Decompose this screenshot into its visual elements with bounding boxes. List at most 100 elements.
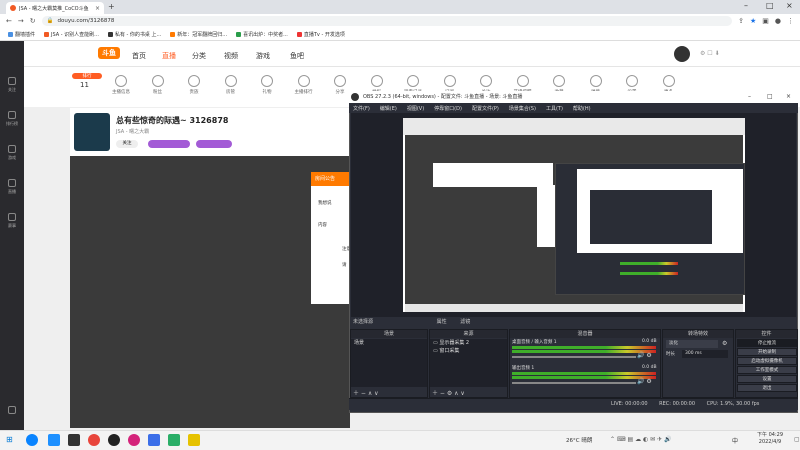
room-toolbar-item[interactable]: 房管 — [220, 75, 242, 95]
sidebar-item-rank[interactable]: 排行榜 — [2, 111, 22, 127]
bookmark-item[interactable]: 喜讯出炉：中奖者... — [236, 31, 288, 38]
source-controls[interactable]: ＋ − ⚙ ∧ ∨ — [432, 388, 465, 397]
nav-games[interactable]: 游戏 — [256, 51, 270, 61]
nav-home[interactable]: 首页 — [132, 51, 146, 61]
tag-badge[interactable] — [148, 140, 190, 148]
obs-maximize-icon[interactable]: □ — [767, 93, 773, 100]
room-toolbar-item[interactable]: 主播信息 — [110, 75, 132, 95]
exit-button[interactable]: 退出 — [737, 384, 797, 392]
wechat-icon[interactable] — [168, 434, 180, 446]
bookmark-item[interactable]: 新年：冠军翻牌回归... — [170, 31, 227, 38]
duration-input[interactable]: 300 ms — [682, 350, 728, 358]
bookmark-item[interactable]: JSA - 识别人查能刷... — [44, 31, 99, 38]
start-recording-button[interactable]: 开始录制 — [737, 348, 797, 356]
nav-category[interactable]: 分类 — [192, 51, 206, 61]
source-item[interactable]: ▭ 窗口采集 — [430, 347, 507, 355]
menu-scene-collection[interactable]: 场景集合(S) — [509, 105, 536, 112]
app-icon[interactable] — [188, 434, 200, 446]
room-toolbar-item[interactable]: 礼物 — [256, 75, 278, 95]
ime-indicator[interactable]: 中 — [732, 436, 738, 445]
scene-controls[interactable]: ＋ − ∧ ∨ — [353, 388, 379, 397]
menu-profile[interactable]: 配置文件(P) — [472, 105, 499, 112]
sidebar-item-live[interactable]: 直播 — [2, 179, 22, 195]
menu-tools[interactable]: 工具(T) — [546, 105, 563, 112]
toolbar-item-icon — [224, 75, 237, 87]
app-icon[interactable] — [148, 434, 160, 446]
obs-close-icon[interactable]: × — [786, 93, 791, 100]
app-icon[interactable] — [68, 434, 80, 446]
header-icons[interactable]: ⚙ ☐ ⬇ — [700, 50, 720, 57]
nav-live[interactable]: 直播 — [162, 51, 176, 61]
audio-meter — [512, 372, 656, 375]
settings-icon[interactable] — [2, 406, 22, 416]
room-toolbar-item[interactable]: 主播排行 — [293, 75, 315, 95]
app-icon[interactable] — [48, 434, 60, 446]
back-icon[interactable]: ← — [6, 17, 12, 25]
reload-icon[interactable]: ↻ — [30, 17, 36, 25]
menu-icon[interactable]: ⋮ — [787, 17, 794, 25]
sidebar-item-match[interactable]: 赛事 — [2, 213, 22, 229]
bookmark-item[interactable]: 直播Tv - 开发选项 — [296, 31, 345, 38]
clock[interactable]: 下午 04:29 2022/4/9 — [744, 432, 796, 446]
bookmark-item[interactable]: 私有 - 你的书桌 上... — [107, 31, 161, 38]
nav-fishbar[interactable]: 鱼吧 — [290, 51, 304, 61]
forward-icon[interactable]: → — [18, 17, 24, 25]
user-avatar[interactable] — [674, 46, 690, 62]
menu-docks[interactable]: 停靠窗口(D) — [434, 105, 462, 112]
browser-tab[interactable]: JSA - 曙之大霸莫推_CoCO斗鱼 × — [6, 2, 104, 14]
properties-button[interactable]: 属性 — [437, 319, 447, 325]
notification-icon[interactable]: ▢ — [794, 436, 800, 443]
room-toolbar-item[interactable]: 粉丝 — [147, 75, 169, 95]
address-bar[interactable]: 🔒 douyu.com/3126878 — [41, 16, 733, 26]
obs-minimize-icon[interactable]: – — [748, 93, 751, 100]
tray-icons[interactable]: ⌃ ⌨ ▤ ☁ ◐ ✉ ✈ 🔊 — [610, 436, 671, 443]
menu-view[interactable]: 视图(V) — [407, 105, 424, 112]
virtual-camera-button[interactable]: 启动虚拟摄像机 — [737, 357, 797, 365]
douyu-logo[interactable]: 斗鱼 — [98, 47, 120, 59]
follow-button[interactable]: 关注 — [116, 140, 138, 148]
menu-edit[interactable]: 编辑(E) — [380, 105, 397, 112]
close-tab-icon[interactable]: × — [95, 5, 100, 12]
streamer-avatar[interactable] — [74, 113, 110, 151]
new-tab-icon[interactable]: + — [108, 2, 115, 11]
toolbar-item-icon — [443, 75, 456, 87]
edge-icon[interactable] — [26, 434, 38, 446]
obs-icon[interactable] — [108, 434, 120, 446]
profile-icon[interactable]: ● — [775, 17, 781, 25]
source-item[interactable]: ▭ 显示器采集 2 — [430, 339, 507, 347]
scene-item[interactable]: 场景 — [351, 339, 427, 347]
room-toolbar-item[interactable]: 贵族 — [183, 75, 205, 95]
minimize-icon[interactable]: – — [744, 1, 748, 10]
share-icon[interactable]: ⇪ — [738, 17, 744, 25]
room-toolbar-item[interactable]: 分享 — [329, 75, 351, 95]
menu-file[interactable]: 文件(F) — [353, 105, 370, 112]
nested-meter — [620, 272, 678, 275]
filters-button[interactable]: 滤镜 — [460, 319, 470, 325]
transition-settings-icon[interactable]: ⚙ — [722, 340, 727, 347]
bookmark-star-icon[interactable]: ★ — [750, 17, 756, 25]
settings-button[interactable]: 设置 — [737, 375, 797, 383]
volume-slider[interactable] — [512, 382, 636, 384]
stop-streaming-button[interactable]: 停止推流 — [737, 339, 797, 347]
weather-widget[interactable]: 26°C 晴朗 — [566, 436, 592, 444]
close-window-icon[interactable]: × — [786, 1, 793, 10]
bookmark-item[interactable]: 翻墙插件 — [8, 31, 35, 38]
transition-select[interactable]: 淡化 — [666, 340, 718, 348]
extensions-icon[interactable]: ▣ — [762, 17, 769, 25]
maximize-icon[interactable]: □ — [766, 1, 774, 10]
chrome-icon[interactable] — [88, 434, 100, 446]
toolbar-item-label: 分享 — [335, 90, 345, 95]
speaker-icon[interactable]: 🔊 ⚙ — [637, 378, 652, 385]
tag-badge[interactable] — [196, 140, 232, 148]
app-icon[interactable] — [128, 434, 140, 446]
nav-video[interactable]: 视频 — [224, 51, 238, 61]
sidebar-item-follow[interactable]: 关注 — [2, 77, 22, 93]
start-icon[interactable]: ⊞ — [6, 435, 13, 444]
url-text: douyu.com/3126878 — [57, 18, 115, 24]
volume-slider[interactable] — [512, 356, 636, 358]
speaker-icon[interactable]: 🔊 ⚙ — [637, 352, 652, 359]
menu-help[interactable]: 帮助(H) — [573, 105, 591, 112]
sidebar-item-game[interactable]: 游戏 — [2, 145, 22, 161]
studio-mode-button[interactable]: 工作室模式 — [737, 366, 797, 374]
video-player[interactable] — [70, 156, 350, 428]
